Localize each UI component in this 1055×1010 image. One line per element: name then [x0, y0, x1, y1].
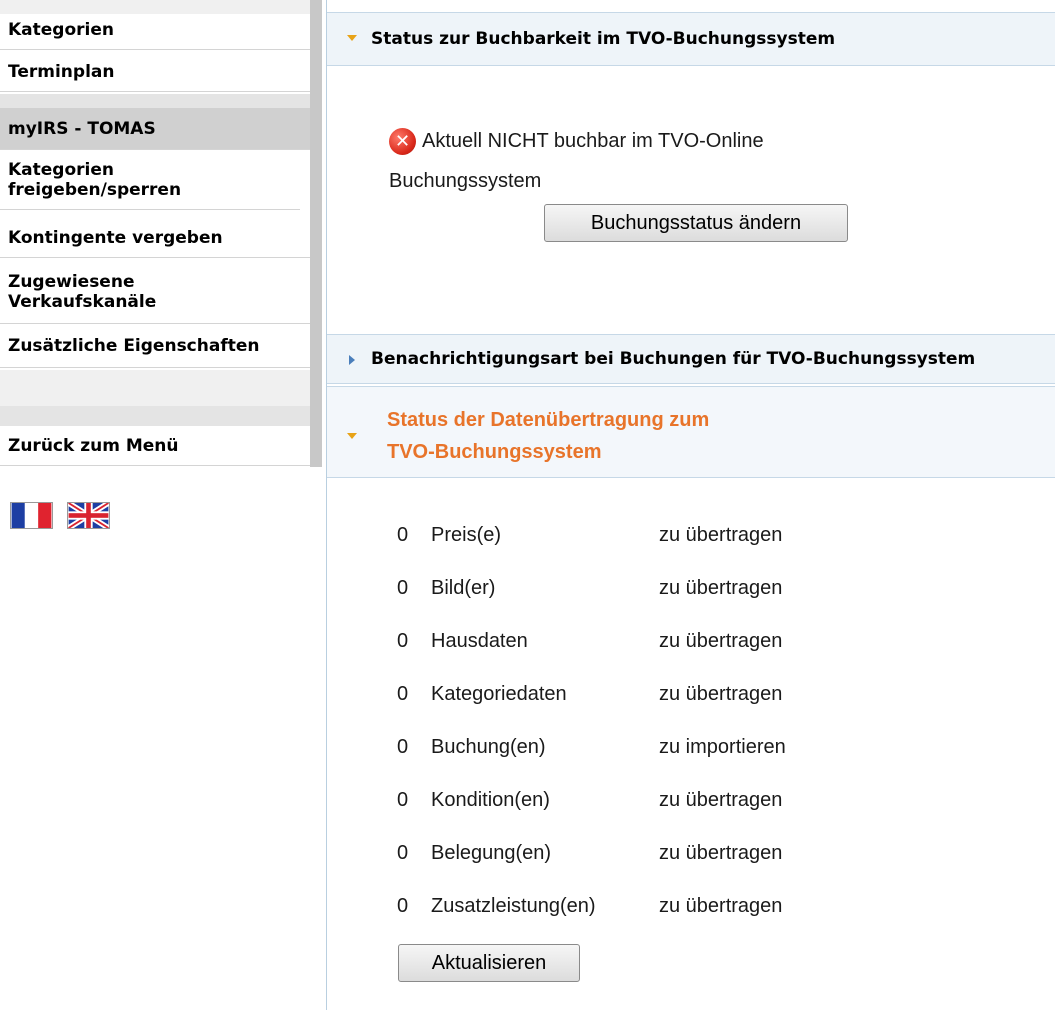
row-action: zu übertragen: [659, 842, 783, 864]
sidebar-item-myirs-tomas[interactable]: myIRS - TOMAS: [0, 108, 310, 150]
sidebar-item-label: Zusätzliche Eigenschaften: [8, 336, 260, 356]
error-icon: ✕: [389, 128, 416, 155]
row-item: Hausdaten: [431, 630, 528, 652]
sidebar-item-verkaufskanaele[interactable]: Zugewiesene Verkaufskanäle: [0, 266, 310, 324]
sidebar-item-kategorien[interactable]: Kategorien: [0, 16, 310, 50]
row-item: Kondition(en): [431, 789, 550, 811]
panel-header-transfer-status[interactable]: Status der Datenübertragung zum TVO-Buch…: [327, 386, 1055, 478]
change-booking-status-button[interactable]: Buchungsstatus ändern: [544, 204, 848, 242]
panel-header-notification[interactable]: Benachrichtigungsart bei Buchungen für T…: [327, 334, 1055, 384]
sidebar-item-label: Zugewiesene Verkaufskanäle: [8, 272, 157, 312]
panel-body-booking-status: ✕ Aktuell NICHT buchbar im TVO-Online Bu…: [327, 66, 1055, 332]
row-count: 0: [397, 895, 409, 917]
row-count: 0: [397, 842, 409, 864]
row-count: 0: [397, 577, 409, 599]
french-flag-icon[interactable]: [10, 502, 53, 529]
row-count: 0: [397, 683, 409, 705]
sidebar-item-zurueck[interactable]: Zurück zum Menü: [0, 428, 310, 466]
sidebar-spacer: [0, 370, 310, 406]
row-count: 0: [397, 736, 409, 758]
sidebar-spacer: [0, 0, 310, 14]
row-item: Preis(e): [431, 524, 502, 546]
row-item: Zusatzleistung(en): [431, 895, 596, 917]
sidebar-item-label: Kategorien: [8, 20, 114, 40]
sidebar-item-terminplan[interactable]: Terminplan: [0, 58, 310, 92]
panel-title: Status der Datenübertragung zum: [387, 409, 710, 431]
uk-flag-icon[interactable]: [67, 502, 110, 529]
panel-body-transfer-status: 0 Preis(e) zu übertragen 0 Bild(er) zu ü…: [327, 478, 1055, 1010]
row-action: zu importieren: [659, 736, 786, 758]
row-count: 0: [397, 789, 409, 811]
booking-status-text: Aktuell NICHT buchbar im TVO-Online: [422, 130, 764, 152]
panel-title-cont: TVO-Buchungssystem: [387, 441, 602, 463]
main-content: Status zur Buchbarkeit im TVO-Buchungssy…: [326, 0, 1055, 1010]
collapse-arrow-icon: [347, 433, 357, 439]
row-item: Kategoriedaten: [431, 683, 567, 705]
sidebar-divider: [0, 94, 310, 108]
sidebar-item-label: Kategorien freigeben/sperren: [8, 160, 182, 200]
row-item: Bild(er): [431, 577, 496, 599]
language-selector: [10, 502, 110, 529]
collapse-arrow-icon: [347, 35, 357, 41]
sidebar-item-label: Kontingente vergeben: [8, 228, 223, 248]
row-action: zu übertragen: [659, 630, 783, 652]
sidebar: Kategorien Terminplan myIRS - TOMAS Kate…: [0, 0, 322, 470]
panel-title: Status zur Buchbarkeit im TVO-Buchungssy…: [371, 29, 836, 49]
row-action: zu übertragen: [659, 577, 783, 599]
sidebar-item-label: Terminplan: [8, 62, 115, 82]
sidebar-item-label: Zurück zum Menü: [8, 436, 179, 456]
row-count: 0: [397, 524, 409, 546]
booking-status-text-cont: Buchungssystem: [389, 170, 542, 192]
booking-status-line: ✕ Aktuell NICHT buchbar im TVO-Online: [389, 128, 764, 155]
panel-title: Benachrichtigungsart bei Buchungen für T…: [371, 349, 976, 369]
refresh-button[interactable]: Aktualisieren: [398, 944, 580, 982]
row-action: zu übertragen: [659, 895, 783, 917]
sidebar-scrollbar[interactable]: [310, 0, 322, 467]
row-action: zu übertragen: [659, 524, 783, 546]
row-count: 0: [397, 630, 409, 652]
sidebar-item-kontingente[interactable]: Kontingente vergeben: [0, 222, 310, 258]
row-action: zu übertragen: [659, 789, 783, 811]
expand-arrow-icon: [349, 355, 355, 365]
row-action: zu übertragen: [659, 683, 783, 705]
sidebar-divider: [0, 406, 310, 426]
panel-header-booking-status[interactable]: Status zur Buchbarkeit im TVO-Buchungssy…: [327, 12, 1055, 66]
sidebar-item-eigenschaften[interactable]: Zusätzliche Eigenschaften: [0, 332, 310, 368]
row-item: Belegung(en): [431, 842, 552, 864]
sidebar-item-label: myIRS - TOMAS: [8, 119, 156, 139]
row-item: Buchung(en): [431, 736, 546, 758]
sidebar-item-kategorien-freigeben[interactable]: Kategorien freigeben/sperren: [0, 152, 300, 210]
